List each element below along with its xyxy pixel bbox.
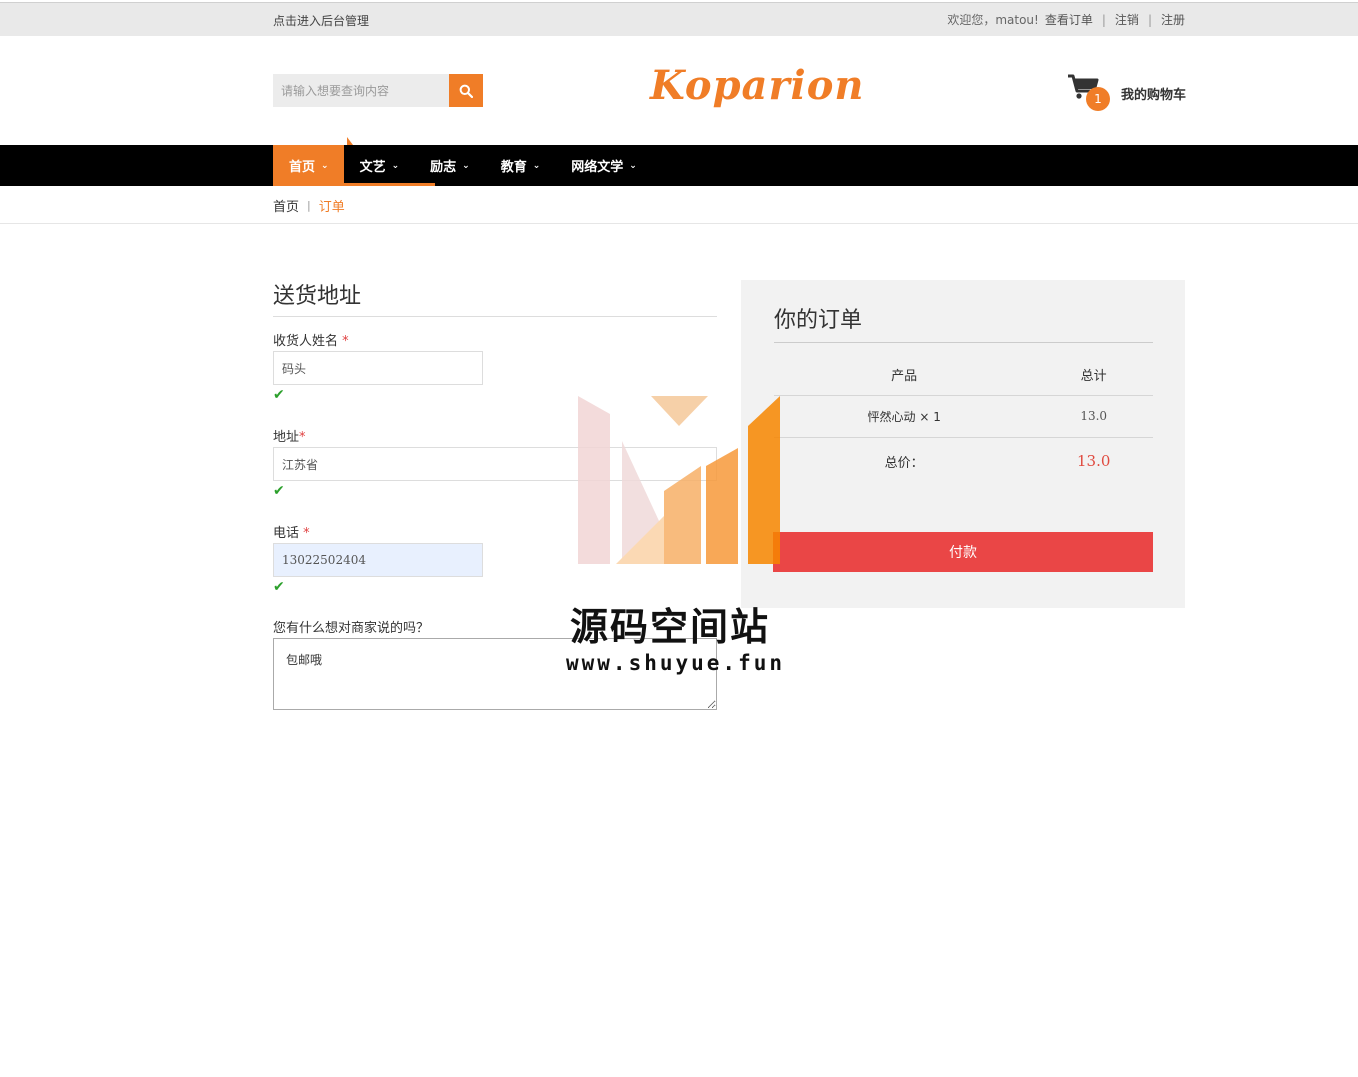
- site-logo[interactable]: Koparion: [650, 62, 864, 109]
- order-table: 产品 总计 怦然心动 × 1 13.0 总价： 13.0: [774, 354, 1153, 485]
- phone-label-text: 电话: [273, 526, 300, 541]
- breadcrumb-separator: |: [307, 199, 311, 212]
- nav-item-literature[interactable]: 文艺 ⌄: [344, 145, 415, 186]
- cart-label: 我的购物车: [1121, 88, 1187, 103]
- chevron-down-icon: ⌄: [629, 160, 637, 171]
- phone-label: 电话 *: [273, 522, 310, 541]
- chevron-down-icon: ⌄: [532, 160, 541, 171]
- top-bar: 点击进入后台管理 欢迎您，matou! 查看订单 | 注销 | 注册: [0, 2, 1358, 36]
- nav-label: 网络文学: [571, 160, 624, 175]
- user-links: 欢迎您，matou! 查看订单 | 注销 | 注册: [947, 11, 1185, 28]
- admin-link[interactable]: 点击进入后台管理: [273, 12, 369, 29]
- nav-active-underline: [273, 183, 435, 186]
- nav-item-home[interactable]: 首页 ⌄: [273, 145, 344, 186]
- check-icon: ✔: [273, 579, 285, 595]
- order-title: 你的订单: [774, 302, 1153, 343]
- required-mark: *: [299, 430, 306, 445]
- breadcrumb-home[interactable]: 首页: [273, 196, 299, 215]
- separator: |: [1101, 12, 1106, 27]
- note-label: 您有什么想对商家说的吗？: [273, 621, 430, 636]
- nav-label: 首页: [289, 160, 316, 175]
- nav-label: 文艺: [359, 160, 386, 175]
- shipping-title: 送货地址: [273, 278, 717, 317]
- nav-label: 励志: [430, 160, 457, 175]
- required-mark: *: [342, 334, 349, 349]
- required-mark: *: [303, 526, 310, 541]
- chevron-down-icon: ⌄: [321, 160, 329, 171]
- header: Koparion 1 我的购物车: [0, 36, 1358, 145]
- name-label-text: 收货人姓名: [273, 334, 339, 349]
- check-icon: ✔: [273, 387, 285, 403]
- total-value: 13.0: [1076, 452, 1111, 471]
- chevron-down-icon: ⌄: [462, 160, 470, 171]
- breadcrumb: 首页 | 订单: [273, 196, 345, 215]
- view-orders-link[interactable]: 查看订单: [1045, 11, 1093, 28]
- search-input[interactable]: [273, 74, 449, 107]
- table-row: 怦然心动 × 1 13.0: [774, 395, 1153, 438]
- cart-count-badge: 1: [1086, 87, 1110, 111]
- note-textarea[interactable]: 包邮哦: [273, 638, 717, 710]
- shipping-form: 送货地址: [273, 278, 717, 317]
- order-summary: 你的订单 产品 总计 怦然心动 × 1 13.0 总价： 13.0 付款: [741, 280, 1185, 608]
- cart-button[interactable]: 1 我的购物车: [1066, 72, 1186, 112]
- nav-item-education[interactable]: 教育 ⌄: [485, 145, 556, 186]
- search-box: [273, 74, 483, 107]
- nav-corner-decoration: [347, 137, 353, 145]
- order-item-total: 13.0: [1034, 395, 1153, 438]
- welcome-text: 欢迎您，matou!: [947, 13, 1039, 27]
- order-item-product: 怦然心动 × 1: [774, 395, 1035, 438]
- nav-item-inspiration[interactable]: 励志 ⌄: [414, 145, 485, 186]
- column-header-total: 总计: [1034, 354, 1153, 396]
- search-button[interactable]: [449, 74, 483, 107]
- check-icon: ✔: [273, 483, 285, 499]
- address-input[interactable]: [273, 447, 717, 481]
- divider: [0, 223, 1358, 224]
- phone-input[interactable]: [273, 543, 483, 577]
- total-row: 总价： 13.0: [774, 437, 1153, 485]
- address-label-text: 地址: [273, 430, 300, 445]
- receiver-name-input[interactable]: [273, 351, 483, 385]
- address-label: 地址*: [273, 426, 306, 445]
- name-label: 收货人姓名 *: [273, 330, 349, 349]
- search-icon: [459, 84, 473, 98]
- pay-button[interactable]: 付款: [773, 532, 1153, 572]
- nav-item-web-literature[interactable]: 网络文学 ⌄: [555, 145, 652, 186]
- separator: |: [1147, 12, 1152, 27]
- chevron-down-icon: ⌄: [391, 160, 400, 171]
- nav-label: 教育: [500, 160, 527, 175]
- logout-link[interactable]: 注销: [1115, 11, 1139, 28]
- total-label: 总价：: [884, 455, 924, 471]
- main-nav: 首页 ⌄ 文艺 ⌄ 励志 ⌄ 教育 ⌄ 网络文学 ⌄: [0, 137, 1358, 186]
- breadcrumb-current: 订单: [318, 200, 345, 215]
- column-header-product: 产品: [774, 354, 1035, 396]
- register-link[interactable]: 注册: [1161, 11, 1185, 28]
